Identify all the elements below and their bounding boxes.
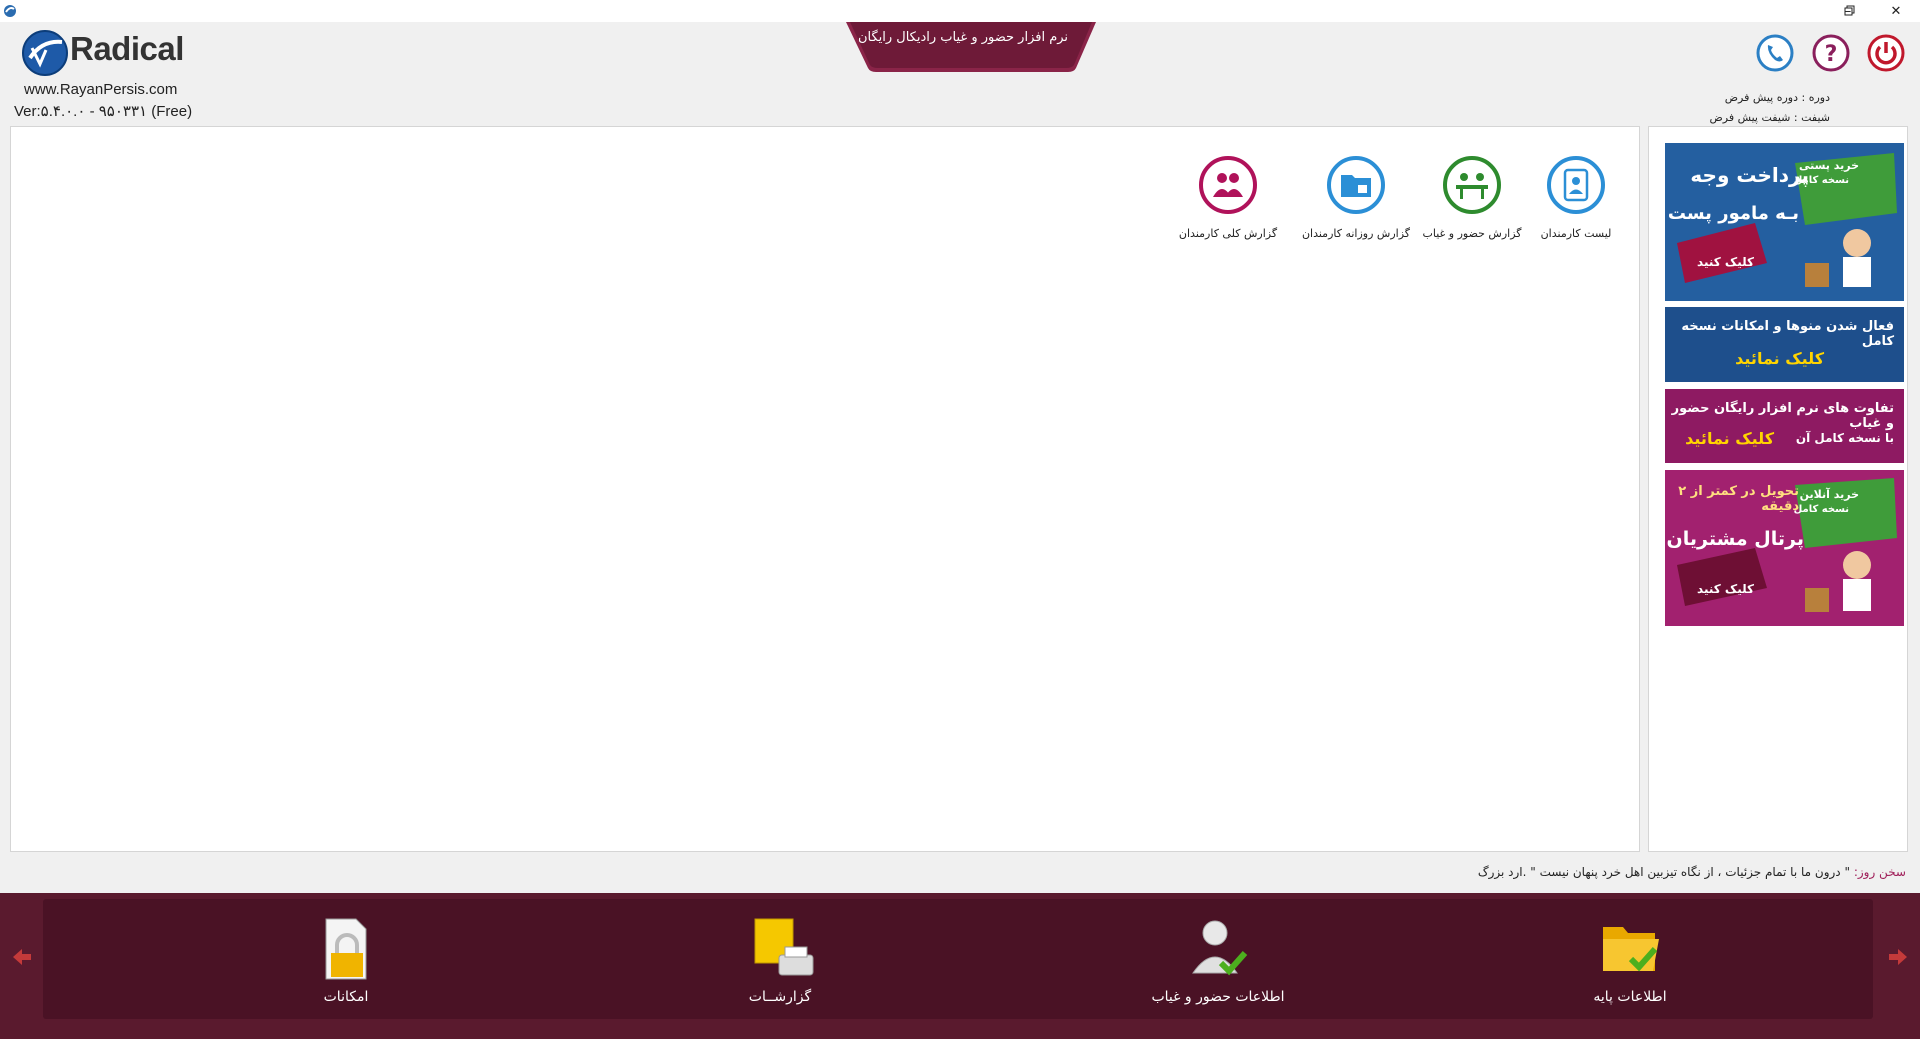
ad-cta: کلیک کنید	[1697, 255, 1754, 269]
ad-cta: کلیک کنید	[1697, 582, 1754, 596]
restore-icon	[1844, 5, 1855, 16]
tile-label: گزارش روزانه کارمندان	[1301, 227, 1411, 240]
brand-name: Radical	[70, 30, 184, 67]
ad-badge: خرید آنلاین	[1799, 488, 1859, 501]
employee-list-icon	[1547, 156, 1605, 214]
ad-line2: کلیک نمائید	[1735, 349, 1824, 368]
menu-reports[interactable]: گزارشــات	[680, 917, 880, 1005]
ad-badge-sub: نسخه کامل	[1793, 504, 1849, 515]
period-info: دوره : دوره پیش فرض شیفت : شیفت پیش فرض	[1709, 88, 1830, 128]
tile-attendance-report[interactable]: گزارش حضور و غیاب	[1417, 155, 1527, 240]
menu-attendance-info[interactable]: اطلاعات حضور و غیاب	[1118, 917, 1318, 1005]
app-title: نرم افزار حضور و غیاب رادیکال رایگان	[857, 30, 1069, 45]
tile-label: گزارش حضور و غیاب	[1422, 227, 1522, 240]
svg-text:?: ?	[1825, 42, 1838, 67]
printer-report-icon	[754, 918, 814, 976]
ad-line2a: با نسخه کامل آن	[1795, 431, 1894, 445]
tile-label: لیست کارمندان	[1540, 227, 1612, 240]
ad-line2: بـه مامور پست	[1667, 203, 1799, 224]
menu-label: گزارشــات	[748, 989, 812, 1005]
ad-post-payment[interactable]: خرید پستی نسخه کامل پرداخت وجه بـه مامور…	[1665, 143, 1904, 301]
menu-label: اطلاعات پایه	[1593, 989, 1667, 1005]
ad-line1: پرداخت وجه	[1690, 163, 1809, 187]
menu-label: اطلاعات حضور و غیاب	[1151, 989, 1285, 1005]
arrow-right-icon[interactable]	[1886, 945, 1910, 969]
user-check-icon	[1192, 920, 1248, 976]
phone-icon[interactable]	[1755, 33, 1795, 73]
arrow-left-icon[interactable]	[10, 945, 34, 969]
period-label: دوره : دوره پیش فرض	[1724, 91, 1830, 104]
app-icon	[4, 5, 16, 17]
quote-text: " درون ما با تمام جزئیات ، از نگاه تیزبی…	[1477, 865, 1850, 879]
tile-daily-report[interactable]: گزارش روزانه کارمندان	[1301, 155, 1411, 240]
daily-report-icon	[1327, 156, 1385, 214]
tile-employee-list[interactable]: لیست کارمندان	[1521, 155, 1631, 240]
help-icon[interactable]: ?	[1811, 33, 1851, 73]
window-titlebar: – ✕	[0, 0, 1920, 22]
website-link[interactable]: www.RayanPersis.com	[24, 81, 177, 98]
attendance-report-icon	[1443, 156, 1501, 214]
ad-line2: پرتال مشتریان	[1666, 528, 1804, 550]
quote-label: سخن روز:	[1853, 865, 1906, 879]
overall-report-icon	[1199, 156, 1257, 214]
ad-line1: تفاوت های نرم افزار رایگان حضور و غیاب	[1671, 401, 1894, 431]
close-button[interactable]: ✕	[1874, 0, 1918, 22]
menu-features[interactable]: امکانات	[246, 917, 446, 1005]
ad-activate-full[interactable]: فعال شدن منوها و امکانات نسخه کامل کلیک …	[1665, 307, 1904, 382]
lock-document-icon	[325, 918, 367, 980]
ad-line2b: کلیک نمائید	[1685, 429, 1774, 448]
tile-label: گزارش کلی کارمندان	[1178, 227, 1278, 240]
menu-label: امکانات	[323, 989, 369, 1005]
restore-button[interactable]	[1828, 0, 1872, 22]
shift-label: شیفت : شیفت پیش فرض	[1709, 111, 1830, 124]
logout-icon[interactable]	[1866, 33, 1906, 73]
quote-of-day: سخن روز: " درون ما با تمام جزئیات ، از ن…	[1478, 865, 1906, 879]
ad-compare-versions[interactable]: تفاوت های نرم افزار رایگان حضور و غیاب ب…	[1665, 389, 1904, 463]
version-label: Ver:۵.۴.۰.۰ - ۹۵۰۳۳۱ (Free)	[14, 103, 193, 120]
tile-overall-report[interactable]: گزارش کلی کارمندان	[1173, 155, 1283, 240]
ad-line1: فعال شدن منوها و امکانات نسخه کامل	[1681, 319, 1894, 349]
ad-customer-portal[interactable]: خرید آنلاین نسخه کامل تحویل در کمتر از ۲…	[1665, 470, 1904, 626]
ad-line1: تحویل در کمتر از ۲ دقیقه	[1678, 484, 1799, 514]
folder-check-icon	[1603, 927, 1659, 972]
menu-base-info[interactable]: اطلاعات پایه	[1530, 917, 1730, 1005]
